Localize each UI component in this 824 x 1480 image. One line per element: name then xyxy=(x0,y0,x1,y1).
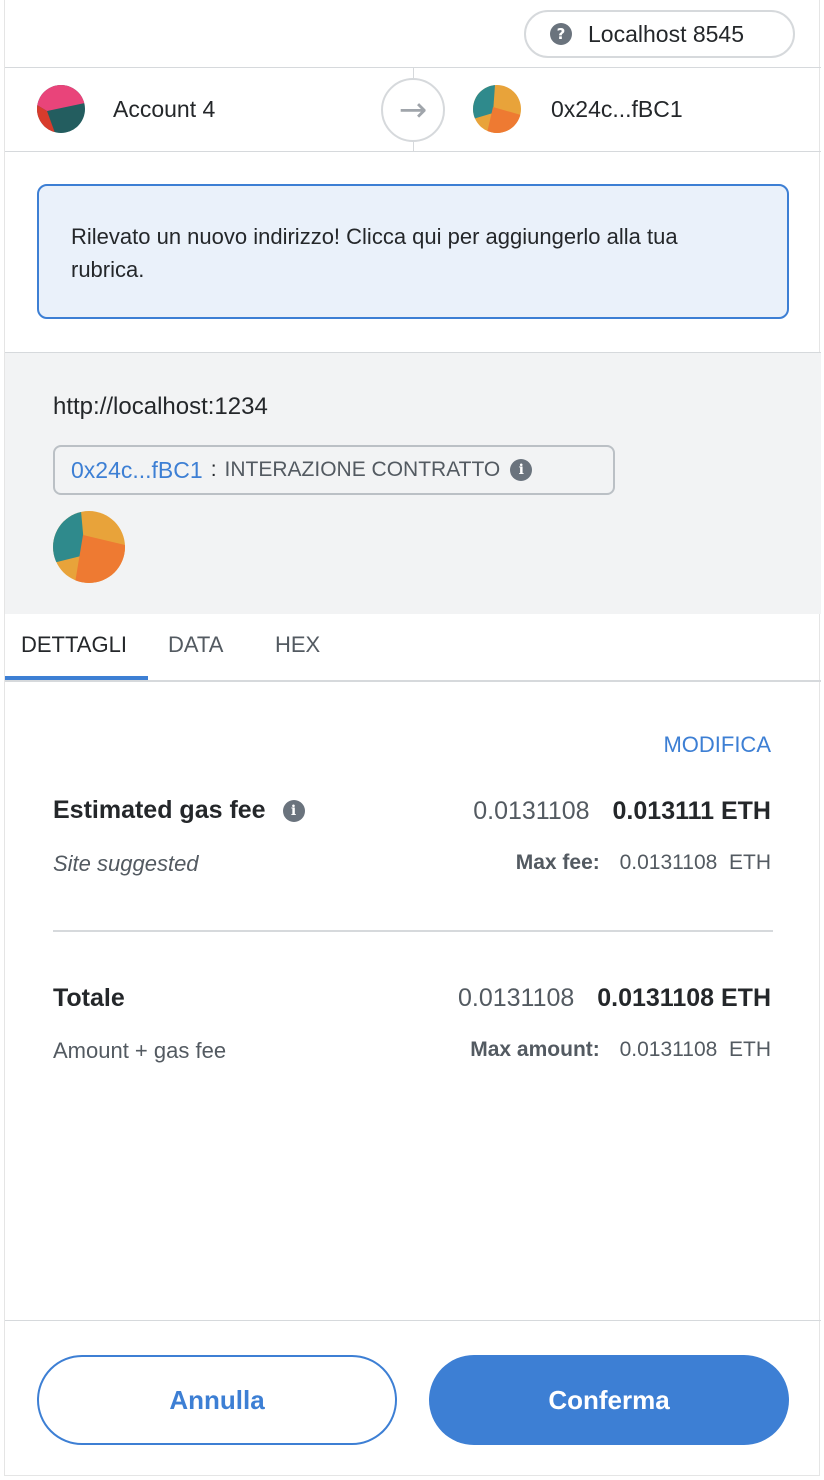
question-circle-icon: ? xyxy=(550,23,572,45)
max-fee-value: 0.0131108 ETH xyxy=(619,851,771,874)
confirm-button[interactable]: Conferma xyxy=(429,1355,789,1445)
gas-fee-fiat: 0.0131108 xyxy=(473,797,590,825)
total-eth: 0.0131108 ETH xyxy=(597,984,771,1012)
max-amount-value: 0.0131108 ETH xyxy=(619,1038,771,1061)
arrow-right-icon: → xyxy=(381,78,445,142)
recipient-avatar xyxy=(473,85,521,133)
origin-url: http://localhost:1234 xyxy=(53,393,268,420)
footer-actions: Annulla Conferma xyxy=(5,1320,821,1476)
contract-method-pill: 0x24c...fBC1 : INTERAZIONE CONTRATTO i xyxy=(53,445,615,495)
from-account-avatar xyxy=(37,85,85,133)
sender-recipient-row: Account 4 → 0x24c...fBC1 xyxy=(5,68,821,152)
method-name: INTERAZIONE CONTRATTO xyxy=(224,458,501,481)
max-amount: Max amount: 0.0131108 ETH xyxy=(470,1038,771,1062)
from-account-name[interactable]: Account 4 xyxy=(113,96,215,123)
max-fee-label: Max fee: xyxy=(515,851,600,874)
network-label: Localhost 8545 xyxy=(588,20,745,47)
info-icon[interactable]: i xyxy=(510,459,533,481)
tab-details[interactable]: DETTAGLI xyxy=(21,632,127,658)
contract-address-link[interactable]: 0x24c...fBC1 xyxy=(71,457,203,484)
total-label: Totale xyxy=(53,984,125,1012)
method-separator: : xyxy=(210,458,217,481)
contract-avatar xyxy=(53,511,125,583)
max-amount-label: Max amount: xyxy=(470,1038,600,1061)
details-tabs: DETTAGLI DATA HEX xyxy=(5,614,821,682)
total-fiat: 0.0131108 xyxy=(457,984,575,1012)
max-fee: Max fee: 0.0131108 ETH xyxy=(516,851,771,875)
gas-fee-sublabel: Site suggested xyxy=(53,851,199,876)
tab-data[interactable]: DATA xyxy=(168,632,223,658)
gas-fee-value: 0.0131108 0.013111 ETH xyxy=(473,797,771,826)
gas-fee-eth: 0.013111 ETH xyxy=(612,797,771,825)
info-icon[interactable]: i xyxy=(282,800,305,822)
header: ? Localhost 8545 xyxy=(5,0,821,68)
edit-gas-button[interactable]: MODIFICA xyxy=(663,732,771,758)
cancel-button[interactable]: Annulla xyxy=(37,1355,397,1445)
details-divider xyxy=(53,930,773,932)
origin-section: http://localhost:1234 0x24c...fBC1 : INT… xyxy=(5,352,821,614)
gas-fee-label: Estimated gas fee i xyxy=(53,796,305,825)
total-value: 0.0131108 0.0131108 ETH xyxy=(458,984,771,1013)
gas-fee-label-text: Estimated gas fee xyxy=(53,796,266,824)
tab-hex[interactable]: HEX xyxy=(275,632,320,658)
network-selector[interactable]: ? Localhost 8545 xyxy=(524,10,795,58)
active-tab-indicator xyxy=(5,676,148,680)
total-sublabel: Amount + gas fee xyxy=(53,1038,227,1063)
recipient-address[interactable]: 0x24c...fBC1 xyxy=(551,96,683,123)
confirm-transaction-window: ? Localhost 8545 Account 4 → 0x24c...fBC… xyxy=(4,0,821,1476)
new-address-notice[interactable]: Rilevato un nuovo indirizzo! Clicca qui … xyxy=(37,184,789,319)
